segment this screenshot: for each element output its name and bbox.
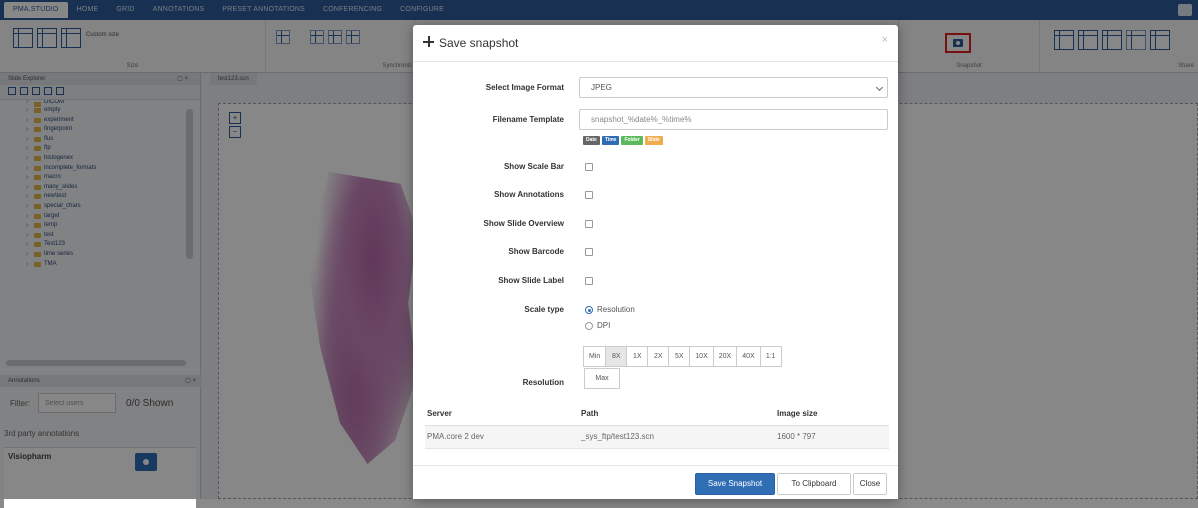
close-button[interactable]: Close	[853, 473, 887, 495]
barcode-label: Show Barcode	[508, 247, 564, 256]
save-snapshot-button[interactable]: Save Snapshot	[695, 473, 775, 495]
chevron-down-icon	[875, 83, 884, 92]
resolution-button-selected[interactable]: 8X	[605, 346, 628, 367]
resolution-button[interactable]: 1X	[626, 346, 649, 367]
format-value: JPEG	[591, 83, 612, 92]
slide-label-checkbox[interactable]	[585, 277, 593, 285]
resolution-button[interactable]: 2X	[647, 346, 670, 367]
tag-slide[interactable]: Slide	[644, 136, 663, 145]
image-format-select[interactable]: JPEG	[579, 77, 888, 98]
slide-label-label: Show Slide Label	[498, 276, 564, 285]
tag-date[interactable]: Date	[583, 136, 600, 145]
header-server: Server	[427, 409, 452, 418]
cell-image-size: 1600 * 797	[777, 432, 816, 441]
header-image-size: Image size	[777, 409, 818, 418]
dialog-footer: Save Snapshot To Clipboard Close	[413, 465, 898, 500]
template-tags: Date Time Folder Slide	[583, 136, 663, 145]
dialog-title: Save snapshot	[439, 36, 519, 50]
annotations-checkbox[interactable]	[585, 191, 593, 199]
format-label: Select Image Format	[485, 83, 564, 92]
scale-bar-label: Show Scale Bar	[503, 162, 564, 171]
resolution-button[interactable]: 10X	[689, 346, 714, 367]
dpi-radio-label: DPI	[597, 321, 611, 330]
tag-folder[interactable]: Folder	[621, 136, 643, 145]
header-path: Path	[581, 409, 599, 418]
overview-label: Show Slide Overview	[483, 219, 564, 228]
barcode-checkbox[interactable]	[585, 248, 593, 256]
resolution-button[interactable]: 5X	[668, 346, 691, 367]
scale-type-resolution-radio[interactable]	[585, 306, 593, 314]
scale-bar-checkbox[interactable]	[585, 163, 593, 171]
cell-server: PMA.core 2 dev	[427, 432, 484, 441]
resolution-button[interactable]: Min	[583, 346, 607, 367]
scale-type-dpi-radio[interactable]	[585, 322, 593, 330]
dialog-header: Save snapshot ×	[413, 25, 898, 62]
tag-time[interactable]: Time	[601, 136, 620, 145]
annotations-label: Show Annotations	[494, 190, 564, 199]
resolution-radio-label: Resolution	[597, 305, 635, 314]
resolution-button-group: Min 8X 1X 2X 5X 10X 20X 40X 1:1	[583, 346, 782, 367]
save-snapshot-dialog: Save snapshot × Select Image Format JPEG…	[413, 25, 898, 499]
move-icon[interactable]	[423, 36, 434, 47]
close-icon[interactable]: ×	[882, 34, 888, 46]
resolution-button[interactable]: 40X	[736, 346, 761, 367]
scale-type-label: Scale type	[524, 305, 564, 314]
resolution-label: Resolution	[522, 378, 564, 387]
snapshot-info-table: Server Path Image size PMA.core 2 dev _s…	[425, 403, 889, 449]
filename-label: Filename Template	[492, 115, 564, 124]
resolution-button-max[interactable]: Max	[584, 368, 620, 389]
table-row: PMA.core 2 dev _sys_ftp/test123.scn 1600…	[425, 426, 889, 449]
cell-path: _sys_ftp/test123.scn	[581, 432, 654, 441]
filename-template-input[interactable]: snapshot_%date%_%time%	[579, 109, 888, 130]
resolution-button[interactable]: 1:1	[759, 346, 782, 367]
to-clipboard-button[interactable]: To Clipboard	[777, 473, 851, 495]
overview-checkbox[interactable]	[585, 220, 593, 228]
resolution-button[interactable]: 20X	[712, 346, 738, 367]
table-header: Server Path Image size	[425, 403, 889, 426]
